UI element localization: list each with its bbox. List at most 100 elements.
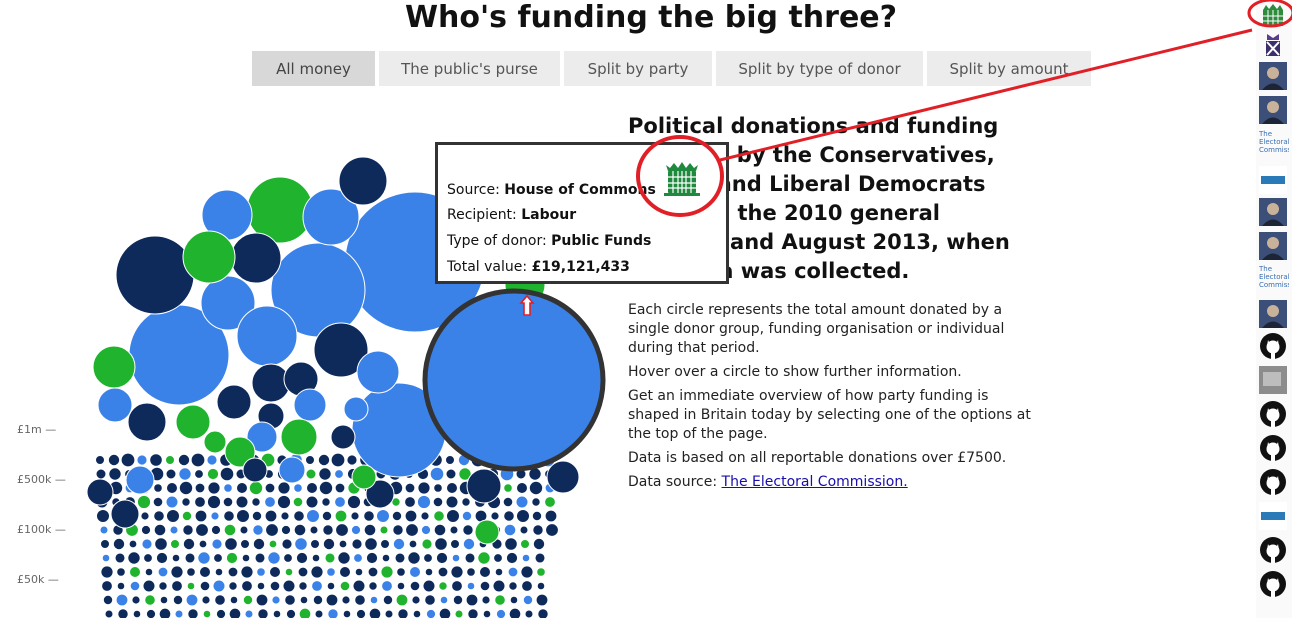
donor-bubble[interactable] [405,523,419,537]
donor-bubble[interactable] [284,594,296,606]
donor-bubble[interactable] [242,457,268,483]
donor-bubble[interactable] [202,609,212,618]
donor-bubble[interactable] [433,510,445,522]
rail-github-icon[interactable] [1259,434,1287,462]
donor-bubble[interactable] [411,595,421,605]
donor-bubble[interactable] [149,453,163,467]
donor-bubble[interactable] [381,553,391,563]
donor-bubble[interactable] [363,510,375,522]
donor-bubble[interactable] [519,538,531,550]
donor-bubble[interactable] [350,524,362,536]
donor-bubble[interactable] [140,524,152,536]
donor-bubble[interactable] [92,345,136,389]
donor-bubble[interactable] [412,609,422,618]
donor-bubble[interactable] [461,497,471,507]
donor-bubble[interactable] [495,608,507,618]
donor-bubble[interactable] [422,288,606,472]
donor-bubble[interactable] [97,387,133,423]
donor-bubble[interactable] [379,525,389,535]
donor-bubble[interactable] [524,609,534,618]
donor-bubble[interactable] [421,538,433,550]
donor-bubble[interactable] [420,524,432,536]
donor-bubble[interactable] [519,525,529,535]
donor-bubble[interactable] [158,581,168,591]
donor-bubble[interactable] [298,607,312,618]
donor-bubble[interactable] [153,523,167,537]
donor-bubble[interactable] [294,537,308,551]
donor-bubble[interactable] [535,593,549,607]
donor-bubble[interactable] [210,511,220,521]
donor-bubble[interactable] [382,594,394,606]
donor-bubble[interactable] [334,509,348,523]
donor-bubble[interactable] [546,460,580,494]
tab-split-by-party[interactable]: Split by party [564,51,712,86]
donor-bubble[interactable] [334,482,346,494]
donor-bubble[interactable] [215,608,227,618]
donor-bubble[interactable] [242,594,254,606]
donor-bubble[interactable] [462,524,474,536]
donor-bubble[interactable] [236,305,298,367]
donor-bubble[interactable] [255,593,269,607]
donor-bubble[interactable] [187,608,199,618]
donor-bubble[interactable] [504,537,518,551]
donor-bubble[interactable] [101,580,113,592]
donor-bubble[interactable] [211,538,223,550]
donor-bubble[interactable] [216,384,252,420]
donor-bubble[interactable] [181,510,193,522]
donor-bubble[interactable] [503,523,517,537]
donor-bubble[interactable] [545,523,559,537]
donor-bubble[interactable] [408,565,422,579]
rail-portrait-icon[interactable] [1259,62,1287,90]
donor-bubble[interactable] [115,235,195,315]
donor-bubble[interactable] [225,551,239,565]
donor-bubble[interactable] [423,553,433,563]
donor-bubble[interactable] [449,538,461,550]
donor-bubble[interactable] [445,468,457,480]
donor-bubble[interactable] [505,551,519,565]
donor-bubble[interactable] [509,595,519,605]
donor-bubble[interactable] [186,567,196,577]
donor-bubble[interactable] [186,581,196,591]
donor-bubble[interactable] [282,579,296,593]
donor-bubble[interactable] [239,525,249,535]
rail-github-icon[interactable] [1259,332,1287,360]
donor-bubble[interactable] [194,482,206,494]
donor-bubble[interactable] [449,525,459,535]
donor-bubble[interactable] [432,496,444,508]
donor-bubble[interactable] [239,538,251,550]
donor-bubble[interactable] [322,524,334,536]
donor-bubble[interactable] [272,609,282,618]
donor-bubble[interactable] [346,454,358,466]
donor-bubble[interactable] [467,608,479,618]
donor-bubble[interactable] [368,607,382,618]
donor-bubble[interactable] [198,539,208,549]
donor-bubble[interactable] [318,480,334,496]
donor-bubble[interactable] [251,510,263,522]
donor-bubble[interactable] [425,608,437,618]
donor-bubble[interactable] [224,537,238,551]
tab-all-money[interactable]: All money [252,51,375,86]
rail-portrait-icon[interactable] [1259,300,1287,328]
donor-bubble[interactable] [227,566,239,578]
donor-bubble[interactable] [293,510,305,522]
donor-bubble[interactable] [182,230,236,284]
donor-bubble[interactable] [116,581,126,591]
donor-bubble[interactable] [128,539,138,549]
donor-bubble[interactable] [305,481,319,495]
donor-bubble[interactable] [536,581,546,591]
donor-bubble[interactable] [127,551,141,565]
donor-bubble[interactable] [404,482,416,494]
donor-bubble[interactable] [521,580,533,592]
donor-bubble[interactable] [534,552,546,564]
donor-bubble[interactable] [369,595,379,605]
donor-bubble[interactable] [466,581,476,591]
donor-bubble[interactable] [284,567,294,577]
donor-bubble[interactable] [214,567,224,577]
donor-bubble[interactable] [384,609,394,618]
donor-bubble[interactable] [462,537,476,551]
tab-public-purse[interactable]: The public's purse [379,51,560,86]
donor-bubble[interactable] [256,567,266,577]
donor-bubble[interactable] [184,552,196,564]
donor-bubble[interactable] [170,565,184,579]
donor-bubble[interactable] [280,418,318,456]
